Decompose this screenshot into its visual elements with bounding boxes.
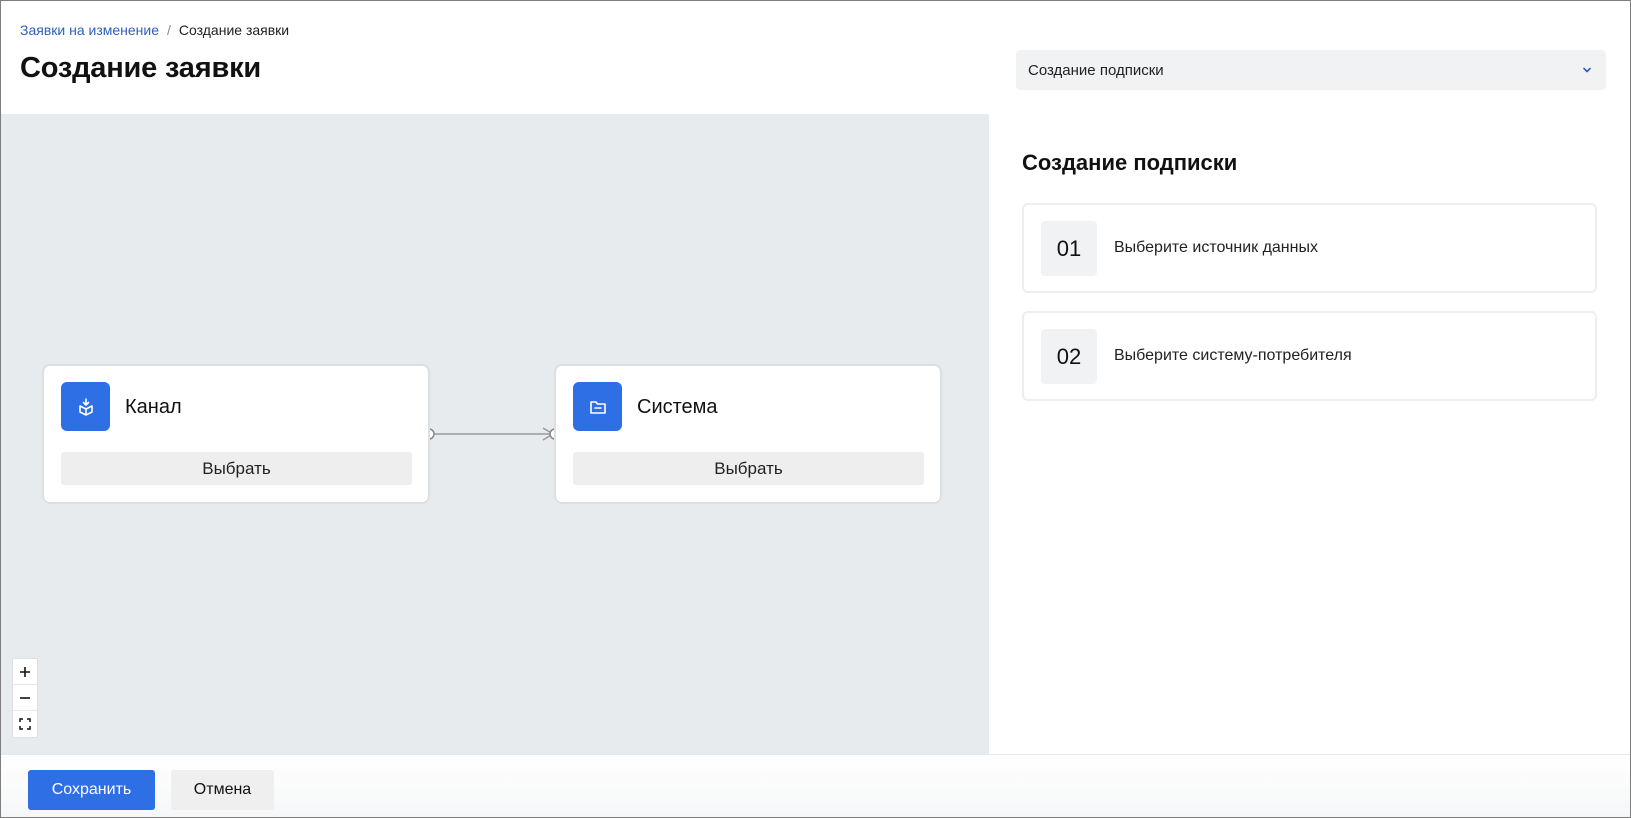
panel-title: Создание подписки xyxy=(1022,150,1238,175)
step-item-source[interactable]: 01 Выберите источник данных xyxy=(1022,203,1597,293)
page-title: Создание заявки xyxy=(20,52,262,84)
step-number: 01 xyxy=(1041,221,1097,276)
flow-canvas[interactable]: Канал Выбрать Система Выбрать xyxy=(1,114,989,754)
step-item-consumer[interactable]: 02 Выберите систему-потребителя xyxy=(1022,311,1597,401)
zoom-controls xyxy=(12,658,38,738)
node-system-label: Система xyxy=(637,396,718,418)
fit-view-button[interactable] xyxy=(13,711,37,737)
chevron-down-icon xyxy=(1580,63,1594,77)
breadcrumb: Заявки на изменение / Создание заявки xyxy=(20,22,289,38)
request-type-select-value: Создание подписки xyxy=(1028,61,1164,79)
footer-bar: Сохранить Отмена xyxy=(1,754,1630,817)
request-type-select[interactable]: Создание подписки xyxy=(1016,50,1606,90)
step-number: 02 xyxy=(1041,329,1097,384)
zoom-in-button[interactable] xyxy=(13,659,37,685)
step-text: Выберите систему-потребителя xyxy=(1114,347,1352,364)
breadcrumb-link-change-requests[interactable]: Заявки на изменение xyxy=(20,22,159,38)
zoom-out-button[interactable] xyxy=(13,685,37,711)
folder-icon xyxy=(573,382,622,431)
cancel-button[interactable]: Отмена xyxy=(171,770,274,810)
fit-view-icon xyxy=(19,718,31,730)
plus-icon xyxy=(20,666,30,677)
node-system[interactable]: Система Выбрать xyxy=(554,364,942,504)
package-download-icon xyxy=(61,382,110,431)
breadcrumb-current: Создание заявки xyxy=(178,22,290,38)
node-system-select-button[interactable]: Выбрать xyxy=(573,452,924,485)
save-button[interactable]: Сохранить xyxy=(28,770,155,810)
breadcrumb-separator: / xyxy=(167,22,171,38)
step-text: Выберите источник данных xyxy=(1114,239,1318,256)
node-channel-label: Канал xyxy=(125,396,182,418)
minus-icon xyxy=(20,696,30,699)
node-channel[interactable]: Канал Выбрать xyxy=(42,364,430,504)
node-channel-select-button[interactable]: Выбрать xyxy=(61,452,412,485)
